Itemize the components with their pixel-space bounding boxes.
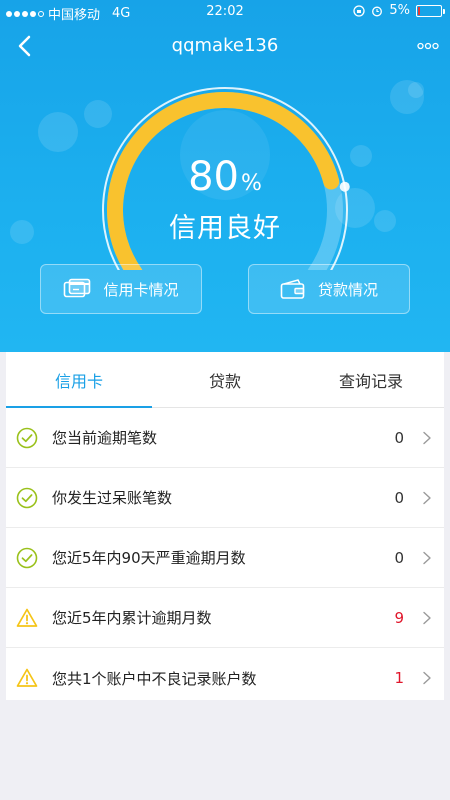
battery-icon <box>416 4 445 17</box>
warning-triangle-icon <box>16 608 38 627</box>
credit-card-icon <box>64 278 91 298</box>
record-row[interactable]: 您共1个账户中不良记录账户数 1 <box>6 648 444 708</box>
record-value: 0 <box>394 428 404 447</box>
status-bar: 中国移动 4G 22:02 5% <box>0 0 450 24</box>
record-label: 您近5年内90天严重逾期月数 <box>52 549 246 567</box>
record-row[interactable]: 你发生过呆账笔数 0 <box>6 468 444 528</box>
record-label: 您近5年内累计逾期月数 <box>52 609 212 627</box>
warning-triangle-icon <box>16 668 38 687</box>
record-row[interactable]: 您近5年内90天严重逾期月数 0 <box>6 528 444 588</box>
score-number: 80 <box>188 154 239 200</box>
score-unit: % <box>241 171 262 196</box>
decor-bubble <box>408 82 424 98</box>
tab-credit-card[interactable]: 信用卡 <box>6 352 152 408</box>
credit-report-card: 信用卡 贷款 查询记录 您当前逾期笔数 0 你发生过呆账笔数 0 您近5年内90天严重逾… <box>6 352 444 700</box>
record-row[interactable]: 您近5年内累计逾期月数 9 <box>6 588 444 648</box>
loan-status-button[interactable]: 贷款情况 <box>248 264 410 314</box>
record-value: 9 <box>394 608 404 627</box>
credit-card-status-button[interactable]: 信用卡情况 <box>40 264 202 314</box>
record-value: 0 <box>394 488 404 507</box>
chevron-right-icon <box>423 611 431 625</box>
report-tabs: 信用卡 贷款 查询记录 <box>6 352 444 408</box>
record-value: 0 <box>394 548 404 567</box>
record-row[interactable]: 您当前逾期笔数 0 <box>6 408 444 468</box>
credit-card-status-label: 信用卡情况 <box>103 280 179 299</box>
wallet-icon <box>280 279 305 299</box>
credit-score-header: 中国移动 4G 22:02 5% qqmake136 80% 信用良好 信用卡情… <box>0 0 450 352</box>
record-list: 您当前逾期笔数 0 你发生过呆账笔数 0 您近5年内90天严重逾期月数 0 您近5年内累计逾… <box>6 408 444 708</box>
chevron-right-icon <box>423 491 431 505</box>
check-circle-icon <box>16 547 38 569</box>
score-status: 信用良好 <box>169 213 281 244</box>
chevron-right-icon <box>423 671 431 685</box>
decor-bubble <box>38 112 78 152</box>
tab-loan[interactable]: 贷款 <box>152 352 298 407</box>
more-button[interactable] <box>414 32 442 60</box>
rotation-lock-icon <box>353 4 366 17</box>
alarm-icon <box>372 6 383 16</box>
page-title: qqmake136 <box>171 35 279 56</box>
record-label: 您共1个账户中不良记录账户数 <box>52 669 257 688</box>
chevron-right-icon <box>423 551 431 565</box>
record-label: 你发生过呆账笔数 <box>52 489 173 507</box>
chevron-right-icon <box>423 431 431 445</box>
score-value: 80% <box>0 154 450 200</box>
check-circle-icon <box>16 427 38 449</box>
tab-query-records[interactable]: 查询记录 <box>298 352 444 407</box>
check-circle-icon <box>16 487 38 509</box>
more-dots-icon <box>417 42 439 50</box>
battery-percent: 5% <box>389 3 410 18</box>
record-value: 1 <box>394 669 404 687</box>
loan-status-label: 贷款情况 <box>317 280 378 299</box>
record-label: 您当前逾期笔数 <box>52 429 158 447</box>
